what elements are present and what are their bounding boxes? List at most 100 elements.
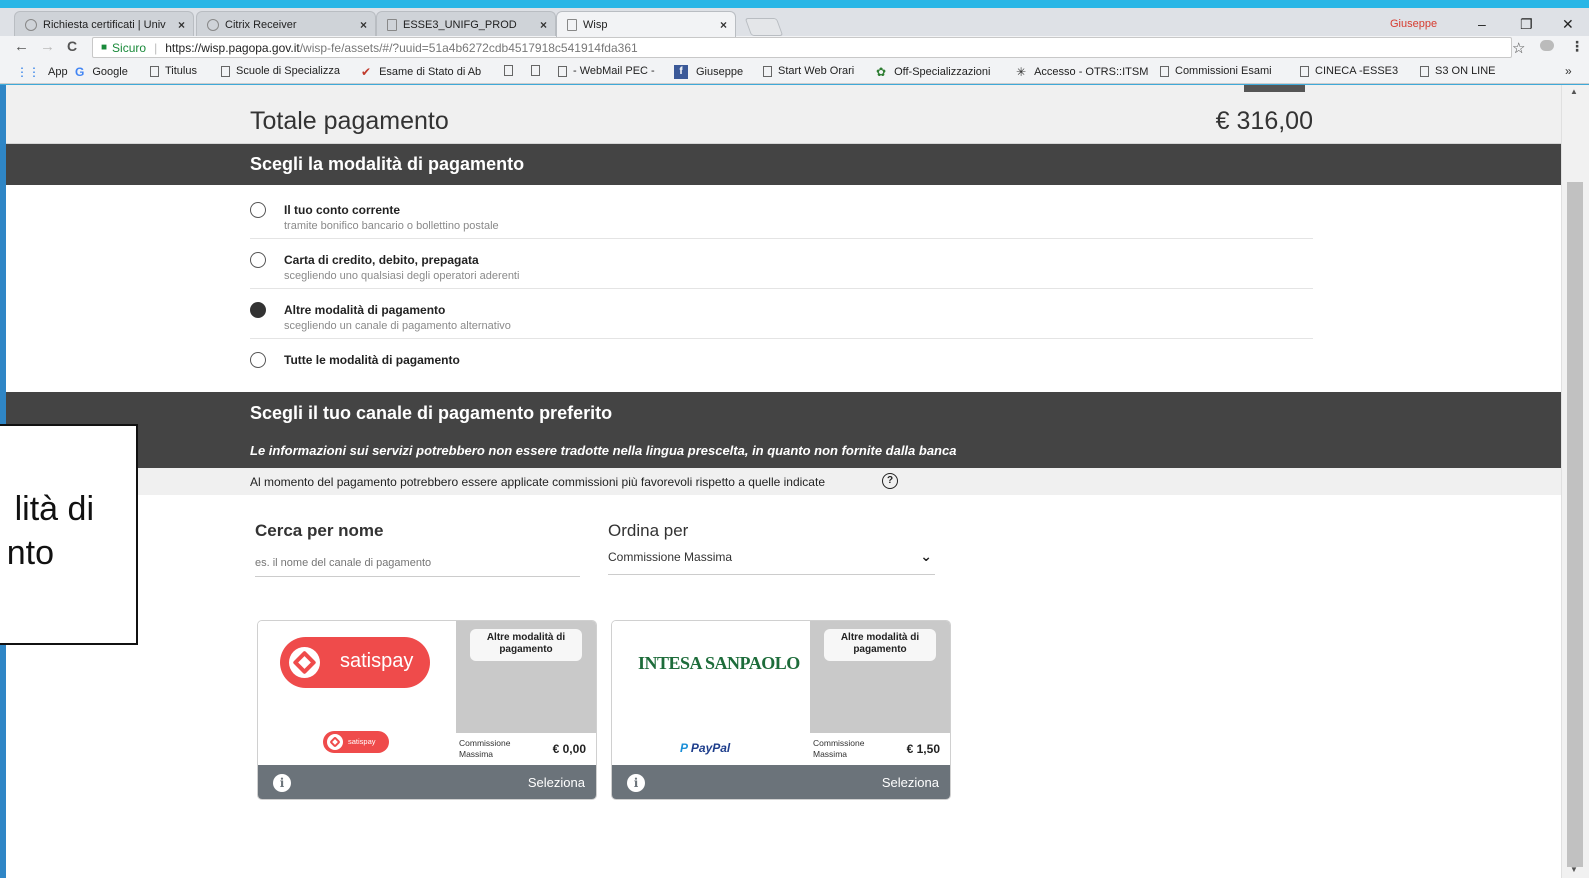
bookmark-s3-online[interactable]: S3 ON LINE: [1420, 65, 1496, 77]
search-input[interactable]: [255, 549, 580, 577]
tab-label: Citrix Receiver: [225, 18, 297, 31]
totale-bar: Totale pagamento € 316,00: [6, 85, 1561, 144]
intesa-wordmark: INTESA SANPAOLO: [638, 653, 800, 673]
card-logo-area: satispay satispay: [258, 621, 456, 765]
radio-button[interactable]: [250, 202, 266, 218]
tab-label: ESSE3_UNIFG_PROD: [403, 18, 517, 31]
esame-icon: ✔: [361, 65, 372, 79]
bookmark-blank-2[interactable]: [531, 65, 546, 76]
tab-wisp[interactable]: Wisp ×: [556, 11, 736, 37]
sort-select[interactable]: Commissione Massima ⌄: [608, 545, 935, 575]
scrollbar-thumb[interactable]: [1567, 182, 1583, 867]
reload-icon[interactable]: C: [67, 38, 77, 54]
search-label: Cerca per nome: [255, 521, 384, 540]
bookmark-scuole[interactable]: Scuole di Specializza: [221, 65, 340, 77]
page-icon: [531, 65, 540, 76]
select-button[interactable]: Seleziona: [882, 775, 939, 790]
bookmark-esame-stato[interactable]: ✔ Esame di Stato di Ab: [361, 65, 481, 79]
fee-value: € 1,50: [906, 742, 940, 756]
scroll-down-icon[interactable]: ▼: [1570, 865, 1578, 874]
tab-citrix-receiver[interactable]: Citrix Receiver ×: [196, 11, 376, 37]
bookmark-off-specializzazioni[interactable]: ✿ Off-Specializzazioni: [876, 65, 990, 79]
option-conto-corrente[interactable]: Il tuo conto corrente tramite bonifico b…: [250, 189, 1313, 239]
window-close-icon[interactable]: ✕: [1562, 16, 1574, 33]
select-button[interactable]: Seleziona: [528, 775, 585, 790]
bookmark-giuseppe[interactable]: f Giuseppe: [674, 65, 743, 79]
profile-button[interactable]: Giuseppe: [1390, 18, 1437, 30]
page-icon: [221, 65, 230, 77]
commission-text: Al momento del pagamento potrebbero esse…: [250, 475, 825, 489]
header-badge: [1244, 85, 1305, 92]
bookmark-cineca[interactable]: CINECA -ESSE3: [1300, 65, 1398, 77]
option-title: Carta di credito, debito, prepagata: [284, 253, 479, 267]
url-path: /wisp-fe/assets/#/?uuid=51a4b6272cdb4517…: [299, 40, 638, 55]
tab-esse3[interactable]: ESSE3_UNIFG_PROD ×: [376, 11, 556, 37]
card-category-area: Altre modalità di pagamento: [456, 621, 596, 733]
globe-icon: [25, 18, 37, 31]
scroll-up-icon[interactable]: ▲: [1570, 87, 1578, 96]
bookmark-blank-1[interactable]: [504, 65, 519, 76]
category-chip: Altre modalità di pagamento: [824, 629, 936, 661]
bookmark-webmail-pec[interactable]: - WebMail PEC -: [558, 65, 655, 77]
facebook-icon: f: [674, 65, 688, 79]
close-icon[interactable]: ×: [178, 18, 185, 32]
option-title: Altre modalità di pagamento: [284, 303, 446, 317]
tab-label: Richiesta certificati | Univ: [43, 18, 166, 31]
modalita-title: Scegli la modalità di pagamento: [250, 154, 525, 174]
totale-value: € 316,00: [1215, 107, 1313, 135]
canale-note: Le informazioni sui servizi potrebbero n…: [250, 443, 957, 458]
close-icon[interactable]: ×: [540, 18, 547, 32]
address-bar[interactable]: ■ Sicuro | https://wisp.pagopa.gov.it/wi…: [92, 37, 1512, 58]
sort-value: Commissione Massima: [608, 550, 733, 564]
otrs-icon: ✳: [1016, 65, 1027, 79]
channel-card-satispay[interactable]: satispay satispay Altre modalità di paga…: [257, 620, 597, 800]
forward-icon[interactable]: →: [40, 38, 55, 55]
vertical-scrollbar[interactable]: ▲ ▼: [1561, 85, 1589, 878]
option-subtitle: scegliendo uno qualsiasi degli operatori…: [284, 270, 520, 282]
info-icon[interactable]: i: [627, 774, 645, 792]
page-icon: [150, 65, 159, 77]
bookmark-app[interactable]: ⋮⋮ App: [16, 65, 68, 79]
bookmark-label: S3 ON LINE: [1435, 65, 1496, 77]
radio-button[interactable]: [250, 252, 266, 268]
radio-button-selected[interactable]: [250, 302, 266, 318]
info-icon[interactable]: i: [273, 774, 291, 792]
channel-card-intesa-paypal[interactable]: INTESA SANPAOLO P PayPal Altre modalità …: [611, 620, 951, 800]
extension-icon[interactable]: [1540, 40, 1554, 51]
fee-value: € 0,00: [552, 742, 586, 756]
tab-strip: Richiesta certificati | Univ × Citrix Re…: [0, 0, 1589, 37]
back-icon[interactable]: ←: [14, 38, 29, 55]
restore-icon[interactable]: ❐: [1520, 16, 1533, 33]
new-tab-button[interactable]: [744, 18, 784, 36]
bookmark-label: Commissioni Esami: [1175, 65, 1272, 77]
tab-richiesta-certificati[interactable]: Richiesta certificati | Univ ×: [14, 11, 194, 37]
canale-header: Scegli il tuo canale di pagamento prefer…: [6, 392, 1561, 468]
bookmark-label: Esame di Stato di Ab: [379, 66, 482, 78]
divider: |: [154, 40, 158, 55]
paypal-wordmark: PayPal: [690, 741, 731, 755]
bookmark-google[interactable]: G Google: [75, 65, 128, 79]
fee-row: Commissione Massima € 1,50: [810, 733, 950, 765]
option-tutte[interactable]: Tutte le modalità di pagamento: [250, 339, 1313, 379]
help-icon[interactable]: ?: [882, 473, 898, 489]
bookmarks-more-icon[interactable]: »: [1565, 64, 1572, 78]
bookmark-otrs[interactable]: ✳ Accesso - OTRS::ITSM: [1016, 65, 1148, 79]
bookmark-commissioni-esami[interactable]: Commissioni Esami: [1160, 65, 1272, 77]
paypal-mark-icon: P: [680, 741, 688, 755]
minimize-icon[interactable]: –: [1478, 16, 1486, 32]
option-altre-modalita[interactable]: Altre modalità di pagamento scegliendo u…: [250, 289, 1313, 339]
radio-button[interactable]: [250, 352, 266, 368]
bookmark-start-web-orari[interactable]: Start Web Orari: [763, 65, 854, 77]
page-icon: [567, 18, 577, 31]
option-carta[interactable]: Carta di credito, debito, prepagata sceg…: [250, 239, 1313, 289]
intesa-sanpaolo-logo: INTESA SANPAOLO: [638, 653, 800, 674]
option-title: Il tuo conto corrente: [284, 203, 401, 217]
close-icon[interactable]: ×: [360, 18, 367, 32]
menu-icon[interactable]: ⋮: [1570, 38, 1584, 55]
page-icon: [1420, 65, 1429, 77]
bookmark-star-icon[interactable]: ☆: [1512, 39, 1525, 57]
close-icon[interactable]: ×: [720, 18, 727, 32]
google-icon: G: [75, 65, 85, 79]
bookmark-label: CINECA -ESSE3: [1315, 65, 1399, 77]
bookmark-titulus[interactable]: Titulus: [150, 65, 197, 77]
